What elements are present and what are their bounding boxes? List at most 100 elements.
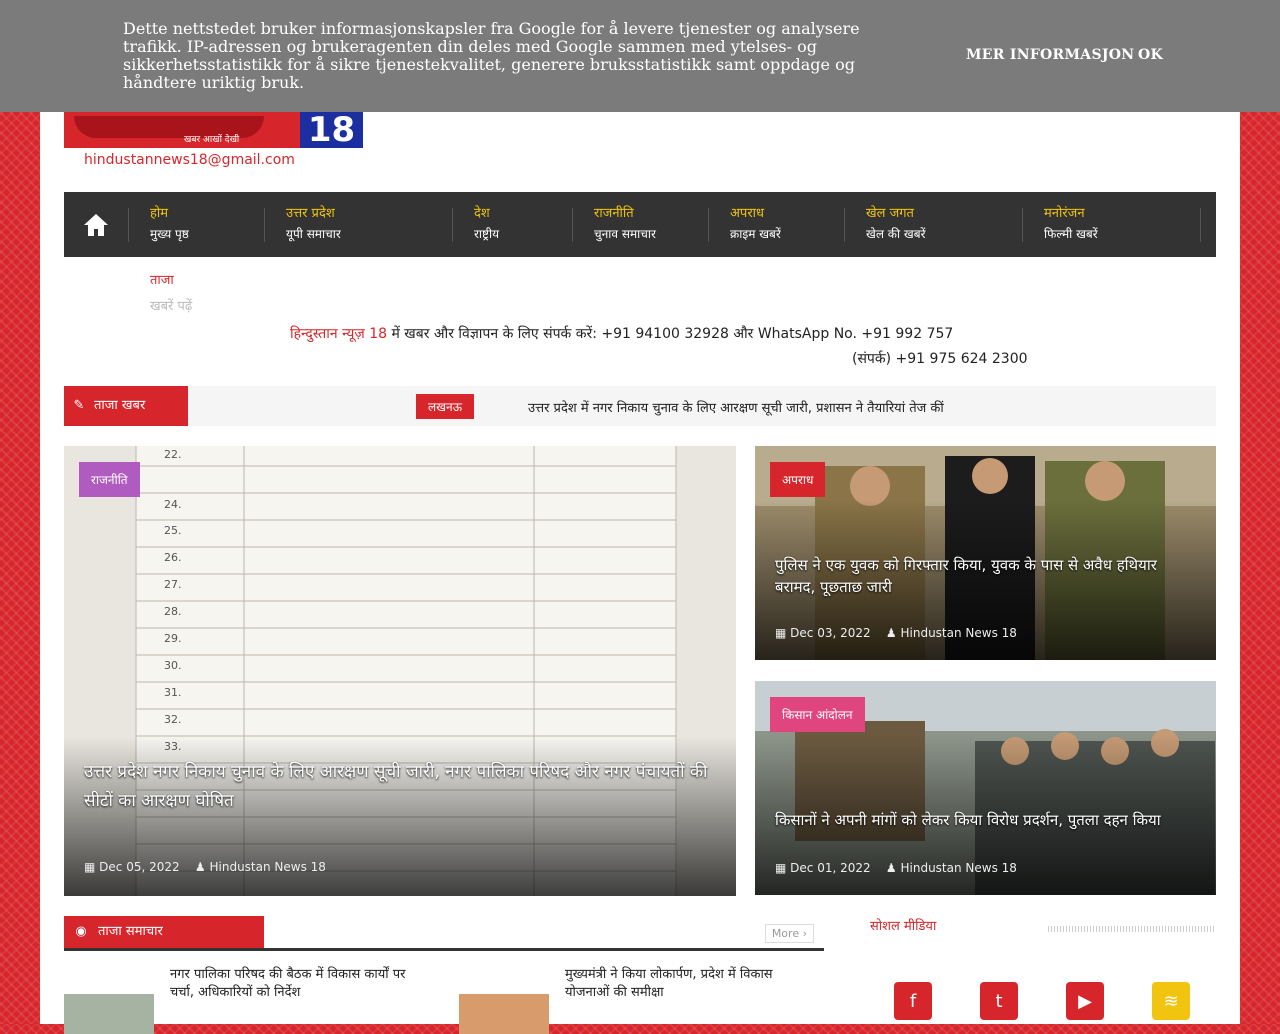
user-icon: ♟ bbox=[885, 626, 901, 640]
rss-icon: ◉ bbox=[75, 924, 87, 939]
nav-item-apradh[interactable]: अपराध क्राइम खबरें bbox=[730, 204, 781, 244]
nav-item-title: राजनीति bbox=[594, 206, 634, 221]
youtube-icon[interactable]: ▶ bbox=[1066, 982, 1104, 1020]
hero-main-category[interactable]: राजनीति bbox=[79, 462, 140, 497]
nav-item-title: मनोरंजन bbox=[1044, 206, 1085, 221]
post-thumbnail[interactable] bbox=[64, 994, 154, 1034]
nav-item-title: होम bbox=[150, 206, 169, 221]
svg-text:27.: 27. bbox=[164, 578, 182, 591]
hero-side-1-title[interactable]: पुलिस ने एक युवक को गिरफ्तार किया, युवक … bbox=[775, 554, 1200, 598]
svg-text:32.: 32. bbox=[164, 713, 182, 726]
nav-divider bbox=[1200, 208, 1201, 242]
rss-feed-icon[interactable]: ≋ bbox=[1152, 982, 1190, 1020]
nav-item-desh[interactable]: देश राष्ट्रीय bbox=[474, 204, 499, 244]
hero-main-date: Dec 05, 2022 bbox=[99, 860, 180, 874]
nav-divider bbox=[844, 208, 845, 242]
section-header: ◉ ताजा समाचार More › bbox=[64, 916, 824, 951]
subnav-title[interactable]: ताजा bbox=[150, 270, 174, 288]
user-icon: ♟ bbox=[885, 861, 901, 875]
contact-email[interactable]: hindustannews18@gmail.com bbox=[84, 152, 295, 168]
breaking-tag[interactable]: लखनऊ bbox=[416, 394, 475, 419]
nav-item-title: देश bbox=[474, 206, 490, 221]
pin-icon: ✎ bbox=[73, 398, 85, 413]
nav-divider bbox=[452, 208, 453, 242]
nav-divider bbox=[264, 208, 265, 242]
social-divider bbox=[1048, 926, 1214, 932]
breaking-label-text: ताजा खबर bbox=[94, 398, 146, 413]
svg-text:29.: 29. bbox=[164, 632, 182, 645]
svg-text:31.: 31. bbox=[164, 686, 182, 699]
post-thumbnail[interactable] bbox=[459, 994, 549, 1034]
nav-item-title: अपराध bbox=[730, 206, 764, 221]
nav-divider bbox=[572, 208, 573, 242]
svg-text:22.: 22. bbox=[164, 448, 182, 461]
breaking-label: ✎ ताजा खबर bbox=[64, 386, 188, 426]
svg-text:26.: 26. bbox=[164, 551, 182, 564]
nav-divider bbox=[708, 208, 709, 242]
user-icon: ♟ bbox=[194, 860, 210, 874]
section-label: ◉ ताजा समाचार bbox=[64, 916, 264, 948]
subnav-subtitle: खबरें पढ़ें bbox=[150, 299, 193, 314]
hero-main-title[interactable]: उत्तर प्रदेश नगर निकाय चुनाव के लिए आरक्… bbox=[84, 758, 714, 816]
calendar-icon: ▦ bbox=[775, 626, 791, 640]
hero-main-author[interactable]: Hindustan News 18 bbox=[209, 860, 325, 874]
twitter-icon[interactable]: t bbox=[980, 982, 1018, 1020]
home-icon bbox=[84, 213, 108, 236]
hero-side-2-meta: ▦ Dec 01, 2022 ♟ Hindustan News 18 bbox=[775, 861, 1017, 875]
social-header: सोशल मीडिया bbox=[870, 916, 1216, 940]
nav-item-khel[interactable]: खेल जगत खेल की खबरें bbox=[866, 204, 925, 244]
nav-item-subtitle: खेल की खबरें bbox=[866, 227, 926, 241]
hero-side-1-category[interactable]: अपराध bbox=[770, 462, 826, 497]
nav-divider bbox=[128, 208, 129, 242]
cookie-banner: Dette nettstedet bruker informasjonskaps… bbox=[0, 0, 1280, 112]
hero-side-1-date: Dec 03, 2022 bbox=[790, 626, 871, 640]
post-title[interactable]: नगर पालिका परिषद की बैठक में विकास कार्य… bbox=[170, 966, 420, 1002]
hero-main-story[interactable]: 22.24.25. 26.27.28. 29.30.31. 32.33. राज… bbox=[64, 446, 736, 896]
more-label: More bbox=[771, 927, 800, 940]
brand-name: हिन्दुस्तान न्यूज़ bbox=[290, 326, 370, 342]
nav-item-home[interactable]: होम मुख्य पृष्ठ bbox=[150, 204, 189, 244]
nav-item-manoranjan[interactable]: मनोरंजन फिल्मी खबरें bbox=[1044, 204, 1098, 244]
nav-item-uttar-pradesh[interactable]: उत्तर प्रदेश यूपी समाचार bbox=[286, 204, 341, 244]
contact-line-1: हिन्दुस्तान न्यूज़ 18 में खबर और विज्ञाप… bbox=[290, 322, 1216, 347]
contact-text: में खबर और विज्ञापन के लिए संपर्क करें: … bbox=[387, 326, 954, 342]
contact-line-2: (संपर्क) +91 975 624 2300 bbox=[852, 351, 1028, 367]
hero-side-2-category[interactable]: किसान आंदोलन bbox=[770, 697, 865, 732]
calendar-icon: ▦ bbox=[775, 861, 791, 875]
logo-tagline: खबर आखों देखी bbox=[184, 135, 240, 145]
home-button[interactable] bbox=[64, 192, 128, 257]
nav-item-subtitle: यूपी समाचार bbox=[286, 227, 341, 241]
nav-item-title: खेल जगत bbox=[866, 206, 914, 221]
svg-text:25.: 25. bbox=[164, 524, 182, 537]
nav-item-subtitle: मुख्य पृष्ठ bbox=[150, 227, 189, 241]
svg-text:24.: 24. bbox=[164, 498, 182, 511]
nav-divider bbox=[1022, 208, 1023, 242]
hero-side-1-author[interactable]: Hindustan News 18 bbox=[900, 626, 1016, 640]
contact-info: हिन्दुस्तान न्यूज़ 18 में खबर और विज्ञाप… bbox=[290, 322, 1216, 372]
more-button[interactable]: More › bbox=[764, 924, 814, 943]
brand-number: 18 bbox=[369, 326, 388, 342]
facebook-icon[interactable]: f bbox=[894, 982, 932, 1020]
svg-text:30.: 30. bbox=[164, 659, 182, 672]
nav-item-subtitle: क्राइम खबरें bbox=[730, 227, 781, 241]
svg-text:28.: 28. bbox=[164, 605, 182, 618]
hero-side-story-2[interactable]: किसान आंदोलन किसानों ने अपनी मांगों को ल… bbox=[755, 681, 1216, 895]
nav-item-title: उत्तर प्रदेश bbox=[286, 206, 335, 221]
hero-side-story-1[interactable]: अपराध पुलिस ने एक युवक को गिरफ्तार किया,… bbox=[755, 446, 1216, 660]
social-label: सोशल मीडिया bbox=[870, 919, 937, 934]
hero-side-2-author[interactable]: Hindustan News 18 bbox=[900, 861, 1016, 875]
breaking-headline[interactable]: उत्तर प्रदेश में नगर निकाय चुनाव के लिए … bbox=[528, 398, 944, 416]
calendar-icon: ▦ bbox=[84, 860, 100, 874]
ok-button[interactable]: OK bbox=[1138, 47, 1163, 63]
main-nav: होम मुख्य पृष्ठ उत्तर प्रदेश यूपी समाचार… bbox=[64, 192, 1216, 257]
hero-side-2-title[interactable]: किसानों ने अपनी मांगों को लेकर किया विरो… bbox=[775, 809, 1200, 831]
cookie-text: Dette nettstedet bruker informasjonskaps… bbox=[123, 19, 860, 92]
nav-item-subtitle: चुनाव समाचार bbox=[594, 227, 656, 241]
nav-item-subtitle: राष्ट्रीय bbox=[474, 227, 500, 241]
post-title[interactable]: मुख्यमंत्री ने किया लोकार्पण, प्रदेश में… bbox=[565, 966, 815, 1002]
hero-side-1-meta: ▦ Dec 03, 2022 ♟ Hindustan News 18 bbox=[775, 626, 1017, 640]
more-info-button[interactable]: MER INFORMASJON bbox=[966, 47, 1134, 63]
hero-side-2-date: Dec 01, 2022 bbox=[790, 861, 871, 875]
nav-item-rajniti[interactable]: राजनीति चुनाव समाचार bbox=[594, 204, 656, 244]
hero-main-meta: ▦ Dec 05, 2022 ♟ Hindustan News 18 bbox=[84, 860, 326, 874]
